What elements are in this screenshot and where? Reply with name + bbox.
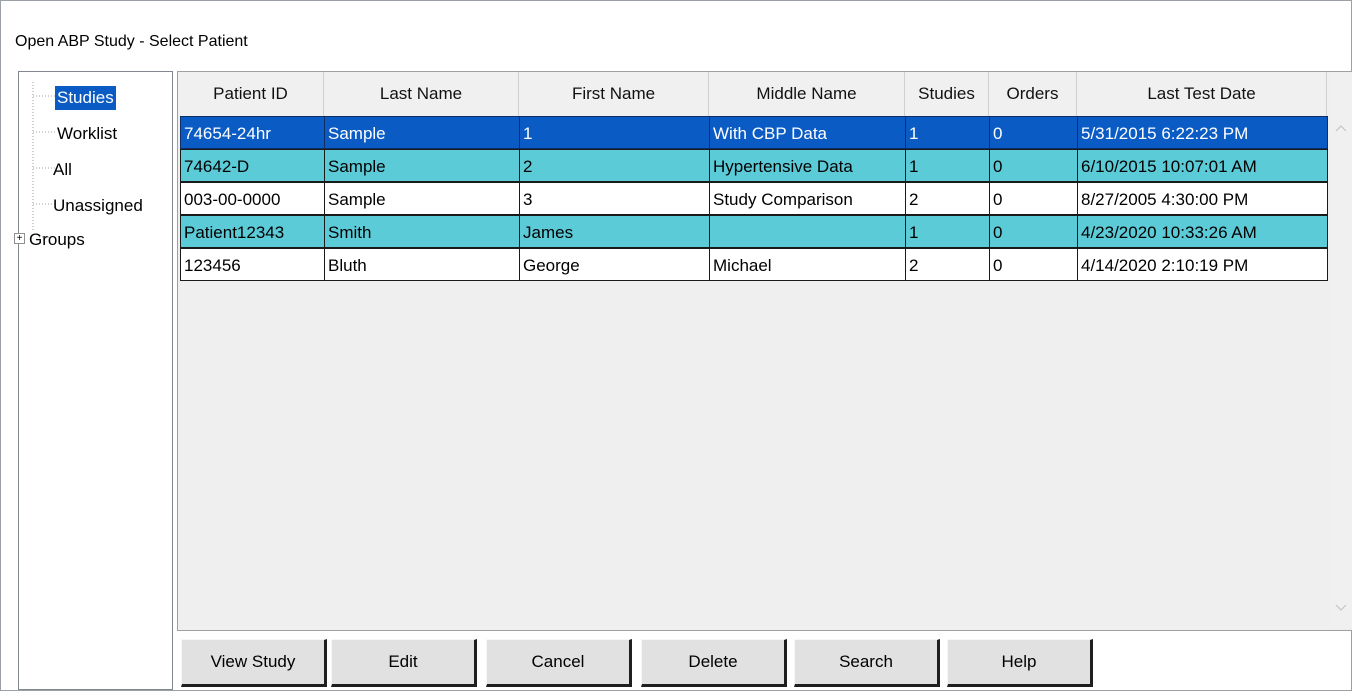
tree-item-unassigned[interactable]: Unassigned <box>51 194 145 218</box>
open-abp-study-window: Open ABP Study - Select Patient Studies … <box>0 0 1352 691</box>
cell-patient-id: 74654-24hr <box>180 116 325 149</box>
cell-last-name: Smith <box>324 215 520 248</box>
cell-last-test-date: 8/27/2005 4:30:00 PM <box>1077 182 1328 215</box>
window-title: Open ABP Study - Select Patient <box>15 33 248 50</box>
column-header-patient-id[interactable]: Patient ID <box>178 72 324 116</box>
column-header-first-name[interactable]: First Name <box>519 72 709 116</box>
cell-last-test-date: 6/10/2015 10:07:01 AM <box>1077 149 1328 182</box>
table-row[interactable]: 74642-D Sample 2 Hypertensive Data 1 0 6… <box>180 149 1328 182</box>
cell-middle-name: With CBP Data <box>709 116 906 149</box>
table-row[interactable]: 003-00-0000 Sample 3 Study Comparison 2 … <box>180 182 1328 215</box>
chevron-down-icon[interactable] <box>1335 604 1347 612</box>
cell-last-name: Sample <box>324 116 520 149</box>
tree-item-groups[interactable]: Groups <box>27 228 87 252</box>
chevron-up-icon[interactable] <box>1335 124 1347 132</box>
view-study-button[interactable]: View Study <box>181 639 327 687</box>
cell-patient-id: 123456 <box>180 248 325 281</box>
cell-last-test-date: 4/23/2020 10:33:26 AM <box>1077 215 1328 248</box>
grid-header: Patient ID Last Name First Name Middle N… <box>178 72 1328 116</box>
column-header-last-test-date[interactable]: Last Test Date <box>1077 72 1327 116</box>
cell-orders: 0 <box>989 116 1078 149</box>
help-button[interactable]: Help <box>947 639 1093 687</box>
cell-studies: 2 <box>905 182 990 215</box>
cell-last-test-date: 5/31/2015 6:22:23 PM <box>1077 116 1328 149</box>
cell-first-name: 1 <box>519 116 710 149</box>
cell-first-name: 2 <box>519 149 710 182</box>
cell-first-name: George <box>519 248 710 281</box>
cell-last-test-date: 4/14/2020 2:10:19 PM <box>1077 248 1328 281</box>
expand-plus-icon[interactable]: + <box>14 233 25 244</box>
tree-item-worklist[interactable]: Worklist <box>55 122 119 146</box>
table-row[interactable]: 123456 Bluth George Michael 2 0 4/14/202… <box>180 248 1328 281</box>
table-row[interactable]: 74654-24hr Sample 1 With CBP Data 1 0 5/… <box>180 116 1328 149</box>
cell-first-name: 3 <box>519 182 710 215</box>
patient-grid[interactable]: Patient ID Last Name First Name Middle N… <box>177 71 1352 631</box>
table-row[interactable]: Patient12343 Smith James 1 0 4/23/2020 1… <box>180 215 1328 248</box>
cell-orders: 0 <box>989 182 1078 215</box>
cell-orders: 0 <box>989 149 1078 182</box>
cell-orders: 0 <box>989 248 1078 281</box>
tree-item-studies[interactable]: Studies <box>55 86 116 110</box>
cell-studies: 1 <box>905 116 990 149</box>
cell-patient-id: 003-00-0000 <box>180 182 325 215</box>
cell-middle-name <box>709 215 906 248</box>
cell-first-name: James <box>519 215 710 248</box>
cell-last-name: Sample <box>324 182 520 215</box>
cancel-button[interactable]: Cancel <box>486 639 632 687</box>
cell-patient-id: 74642-D <box>180 149 325 182</box>
vertical-scrollbar[interactable] <box>1330 72 1352 628</box>
patient-category-tree[interactable]: Studies Worklist All Unassigned + Groups <box>14 71 173 690</box>
cell-last-name: Bluth <box>324 248 520 281</box>
cell-middle-name: Hypertensive Data <box>709 149 906 182</box>
cell-patient-id: Patient12343 <box>180 215 325 248</box>
cell-studies: 1 <box>905 215 990 248</box>
edit-button[interactable]: Edit <box>331 639 477 687</box>
column-header-orders[interactable]: Orders <box>989 72 1077 116</box>
cell-middle-name: Michael <box>709 248 906 281</box>
tree-item-all[interactable]: All <box>51 158 74 182</box>
column-header-last-name[interactable]: Last Name <box>324 72 519 116</box>
cell-orders: 0 <box>989 215 1078 248</box>
cell-last-name: Sample <box>324 149 520 182</box>
column-header-middle-name[interactable]: Middle Name <box>709 72 905 116</box>
delete-button[interactable]: Delete <box>641 639 787 687</box>
cell-studies: 2 <box>905 248 990 281</box>
column-header-studies[interactable]: Studies <box>905 72 989 116</box>
cell-studies: 1 <box>905 149 990 182</box>
search-button[interactable]: Search <box>794 639 940 687</box>
cell-middle-name: Study Comparison <box>709 182 906 215</box>
